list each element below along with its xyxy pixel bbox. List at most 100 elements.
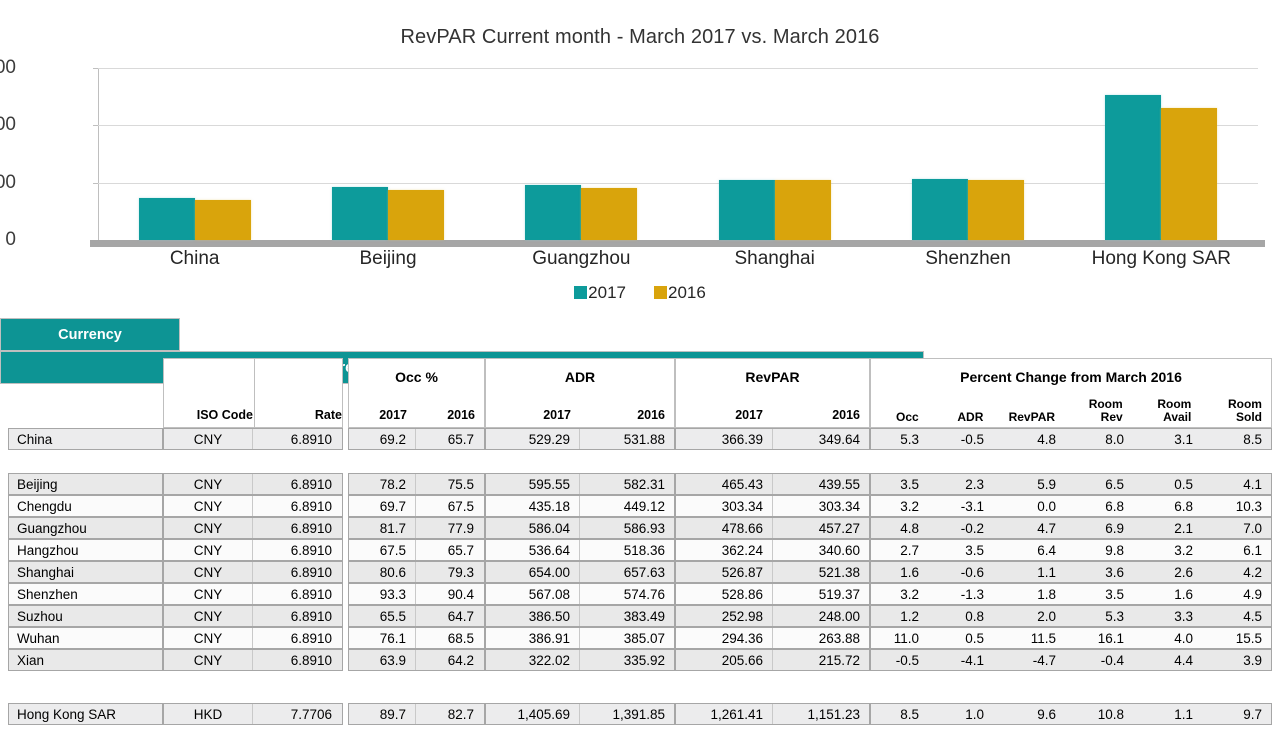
table-row[interactable]: China CNY 6.8910 69.2 65.7 529.29 531.88 366.39… xyxy=(0,428,1280,450)
table-row[interactable]: Guangzhou CNY 6.8910 81.7 77.9 586.04 586.93 47… xyxy=(0,517,1280,539)
chart-legend: 2017 2016 xyxy=(0,283,1280,303)
occ-2017-col: 2017 xyxy=(379,408,408,422)
pc-adr-value: -1.3 xyxy=(960,586,984,602)
pc-adr-value: 2.3 xyxy=(965,476,984,492)
table-row[interactable]: Chengdu CNY 6.8910 69.7 67.5 435.18 449.12 303.… xyxy=(0,495,1280,517)
location-name: Shanghai xyxy=(17,564,75,580)
row-revpar-cells: 528.86 519.37 xyxy=(675,583,870,605)
adr-2017-value: 654.00 xyxy=(528,564,570,580)
pc-room-rev-value: 10.8 xyxy=(1097,706,1124,722)
revpar-2016-value: 248.00 xyxy=(818,608,860,624)
pc-room-rev-value: 9.8 xyxy=(1105,542,1124,558)
revpar-2016-col: 2016 xyxy=(832,408,860,422)
row-location-cell: Shenzhen xyxy=(8,583,163,605)
row-adr-cells: 595.55 582.31 xyxy=(485,473,675,495)
legend-item-2017[interactable]: 2017 xyxy=(574,283,626,303)
row-revpar-cells: 1,261.41 1,151.23 xyxy=(675,703,870,725)
pc-revpar-value: 4.7 xyxy=(1037,520,1056,536)
location-name: Chengdu xyxy=(17,498,72,514)
occ-2016-value: 90.4 xyxy=(447,586,474,602)
row-occ-cells: 67.5 65.7 xyxy=(348,539,485,561)
row-adr-cells: 1,405.69 1,391.85 xyxy=(485,703,675,725)
row-revpar-cells: 366.39 349.64 xyxy=(675,428,870,450)
pc-revpar-value: 2.0 xyxy=(1037,608,1056,624)
occ-2017-value: 80.6 xyxy=(379,564,406,580)
revpar-2016-value: 303.34 xyxy=(818,498,860,514)
revpar-2017-value: 478.66 xyxy=(721,520,763,536)
pc-room-sold-value: 3.9 xyxy=(1243,652,1262,668)
table-row[interactable]: Wuhan CNY 6.8910 76.1 68.5 386.91 385.07 294.36… xyxy=(0,627,1280,649)
pc-room-avail-value: 4.0 xyxy=(1174,630,1193,646)
iso-code-value: CNY xyxy=(193,652,223,668)
chart-bar-2017 xyxy=(718,179,775,240)
row-revpar-cells: 303.34 303.34 xyxy=(675,495,870,517)
occ-subheader: Occ % 2017 2016 xyxy=(348,358,485,428)
revpar-2017-value: 303.34 xyxy=(721,498,763,514)
row-occ-cells: 65.5 64.7 xyxy=(348,605,485,627)
adr-2017-value: 536.64 xyxy=(528,542,570,558)
pc-room-sold-value: 4.9 xyxy=(1243,586,1262,602)
chart-bar-2016 xyxy=(194,199,251,240)
row-currency-cells: CNY 6.8910 xyxy=(163,539,343,561)
row-currency-cells: CNY 6.8910 xyxy=(163,561,343,583)
revpar-2017-value: 205.66 xyxy=(721,652,763,668)
revpar-2016-value: 263.88 xyxy=(818,630,860,646)
row-currency-cells: CNY 6.8910 xyxy=(163,473,343,495)
legend-label: 2017 xyxy=(588,283,626,302)
pc-room-sold-value: 4.5 xyxy=(1243,608,1262,624)
table-row[interactable]: Suzhou CNY 6.8910 65.5 64.7 386.50 383.49 252.9… xyxy=(0,605,1280,627)
adr-2016-value: 449.12 xyxy=(623,498,665,514)
location-name: Hangzhou xyxy=(17,542,79,558)
revpar-2017-value: 465.43 xyxy=(721,476,763,492)
adr-2016-value: 582.31 xyxy=(623,476,665,492)
adr-2016-value: 531.88 xyxy=(623,431,665,447)
iso-code-value: CNY xyxy=(193,586,223,602)
percent-change-title: Percent Change from March 2016 xyxy=(960,369,1182,385)
adr-2016-value: 657.63 xyxy=(623,564,665,580)
location-name: Guangzhou xyxy=(17,520,87,536)
iso-code-value: CNY xyxy=(193,630,223,646)
iso-code-value: CNY xyxy=(193,608,223,624)
adr-2017-value: 567.08 xyxy=(528,586,570,602)
row-occ-cells: 63.9 64.2 xyxy=(348,649,485,671)
adr-2017-value: 386.91 xyxy=(528,630,570,646)
pc-revpar-value: 5.9 xyxy=(1037,476,1056,492)
table-row[interactable]: Shanghai CNY 6.8910 80.6 79.3 654.00 657.63 526… xyxy=(0,561,1280,583)
pc-adr-value: 1.0 xyxy=(965,706,984,722)
revpar-2016-value: 439.55 xyxy=(818,476,860,492)
iso-code-value: HKD xyxy=(193,706,223,722)
row-location-cell: Chengdu xyxy=(8,495,163,517)
pc-room-avail-col: Room Avail xyxy=(1132,398,1201,424)
location-name: Hong Kong SAR xyxy=(17,706,117,722)
table-row[interactable]: Hong Kong SAR HKD 7.7706 89.7 82.7 1,405.69 1,… xyxy=(0,703,1280,725)
pc-room-avail-value: 1.6 xyxy=(1174,586,1193,602)
row-adr-cells: 654.00 657.63 xyxy=(485,561,675,583)
row-percent-change-cells: 2.7 3.5 6.4 9.8 3.2 6.1 xyxy=(870,539,1272,561)
row-percent-change-cells: -0.5 -4.1 -4.7 -0.4 4.4 3.9 xyxy=(870,649,1272,671)
pc-adr-col: ADR xyxy=(957,410,984,424)
chart-bar-2017 xyxy=(525,185,582,240)
pc-adr-value: -0.2 xyxy=(960,520,984,536)
table-row[interactable]: Beijing CNY 6.8910 78.2 75.5 595.55 582.31 465.… xyxy=(0,473,1280,495)
revpar-2017-col: 2017 xyxy=(735,408,763,422)
table-row[interactable]: Hangzhou CNY 6.8910 67.5 65.7 536.64 518.36 362… xyxy=(0,539,1280,561)
row-currency-cells: HKD 7.7706 xyxy=(163,703,343,725)
pc-room-sold-value: 15.5 xyxy=(1235,630,1262,646)
legend-label: 2016 xyxy=(668,283,706,302)
occ-2016-value: 79.3 xyxy=(447,564,474,580)
pc-room-sold-value: 10.3 xyxy=(1235,498,1262,514)
pc-occ-value: 4.8 xyxy=(900,520,919,536)
table-row[interactable]: Shenzhen CNY 6.8910 93.3 90.4 567.08 574.76 528… xyxy=(0,583,1280,605)
location-name: Shenzhen xyxy=(17,586,78,602)
y-axis-tick-label: 0 xyxy=(5,229,16,250)
iso-code-value: CNY xyxy=(193,564,223,580)
iso-code-value: CNY xyxy=(193,476,223,492)
table-row[interactable]: Xian CNY 6.8910 63.9 64.2 322.02 335.92 205.66 2… xyxy=(0,649,1280,671)
row-percent-change-cells: 11.0 0.5 11.5 16.1 4.0 15.5 xyxy=(870,627,1272,649)
adr-2016-value: 385.07 xyxy=(623,630,665,646)
chart-bar-group xyxy=(332,68,444,240)
row-revpar-cells: 294.36 263.88 xyxy=(675,627,870,649)
row-currency-cells: CNY 6.8910 xyxy=(163,583,343,605)
legend-item-2016[interactable]: 2016 xyxy=(654,283,706,303)
pc-occ-value: 2.7 xyxy=(900,542,919,558)
